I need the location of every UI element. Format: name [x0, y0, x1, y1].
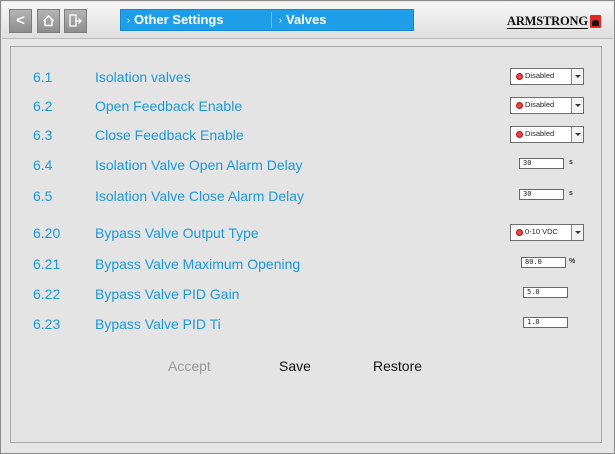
status-dot-icon — [516, 102, 523, 109]
select-value: 0-10 VDC — [525, 227, 558, 236]
setting-number: 6.5 — [33, 188, 53, 204]
setting-row-open-feedback-enable: 6.2 Open Feedback Enable Disabled — [11, 97, 601, 117]
setting-row-bypass-valve-maximum-opening: 6.21 Bypass Valve Maximum Opening 80.0 % — [11, 255, 601, 275]
setting-label: Close Feedback Enable — [95, 127, 244, 143]
setting-row-bypass-valve-output-type: 6.20 Bypass Valve Output Type 0-10 VDC — [11, 224, 601, 244]
breadcrumb: › Other Settings › Valves — [120, 9, 414, 31]
setting-label: Bypass Valve Output Type — [95, 225, 259, 241]
status-dot-icon — [516, 73, 523, 80]
back-icon: < — [16, 12, 25, 29]
breadcrumb-item-other-settings[interactable]: › Other Settings — [127, 10, 224, 30]
setting-row-isolation-valves: 6.1 Isolation valves Disabled — [11, 68, 601, 88]
chevron-down-icon[interactable] — [571, 98, 583, 113]
select-value: Disabled — [525, 71, 555, 80]
setting-label: Open Feedback Enable — [95, 98, 243, 114]
restore-button[interactable]: Restore — [373, 358, 422, 374]
setting-label: Bypass Valve PID Gain — [95, 286, 240, 302]
setting-label: Isolation Valve Open Alarm Delay — [95, 157, 303, 173]
open-feedback-enable-select[interactable]: Disabled — [510, 97, 584, 114]
setting-label: Bypass Valve Maximum Opening — [95, 256, 301, 272]
close-feedback-enable-select[interactable]: Disabled — [510, 126, 584, 143]
status-dot-icon — [516, 131, 523, 138]
chevron-right-icon: › — [279, 15, 282, 25]
unit-label: s — [569, 190, 573, 197]
setting-number: 6.22 — [33, 286, 61, 302]
setting-row-close-feedback-enable: 6.3 Close Feedback Enable Disabled — [11, 126, 601, 146]
chevron-down-icon[interactable] — [571, 127, 583, 142]
select-value: Disabled — [525, 129, 555, 138]
chevron-down-icon[interactable] — [571, 69, 583, 84]
setting-number: 6.3 — [33, 127, 53, 143]
pid-gain-input[interactable]: 5.0 — [523, 287, 568, 298]
setting-number: 6.23 — [33, 316, 61, 332]
header-bar: < › Other Settings › Valves ARMSTRONG — [2, 2, 613, 39]
setting-number: 6.2 — [33, 98, 53, 114]
settings-panel: 6.1 Isolation valves Disabled 6.2 Open F… — [10, 46, 602, 443]
close-alarm-delay-input[interactable]: 30 — [519, 189, 564, 200]
back-button[interactable]: < — [9, 9, 32, 33]
setting-number: 6.21 — [33, 256, 61, 272]
open-alarm-delay-input[interactable]: 30 — [519, 158, 564, 169]
accept-button[interactable]: Accept — [168, 358, 211, 374]
setting-label: Bypass Valve PID Ti — [95, 316, 221, 332]
select-value: Disabled — [525, 100, 555, 109]
logo-text: ARMSTRONG — [507, 13, 588, 28]
exit-button[interactable] — [64, 9, 87, 33]
home-button[interactable] — [37, 9, 60, 33]
app-window: < › Other Settings › Valves ARMSTRONG 6.… — [0, 0, 615, 454]
setting-row-bypass-valve-pid-ti: 6.23 Bypass Valve PID Ti 1.0 — [11, 315, 601, 335]
setting-row-isolation-valve-close-alarm-delay: 6.5 Isolation Valve Close Alarm Delay 30… — [11, 187, 601, 207]
breadcrumb-divider — [271, 12, 272, 28]
status-dot-icon — [516, 229, 523, 236]
breadcrumb-item-valves[interactable]: › Valves — [279, 10, 327, 30]
pid-ti-input[interactable]: 1.0 — [523, 317, 568, 328]
bypass-valve-output-type-select[interactable]: 0-10 VDC — [510, 224, 584, 241]
chevron-down-icon[interactable] — [571, 225, 583, 240]
unit-label: s — [569, 159, 573, 166]
home-icon — [43, 15, 54, 27]
unit-label: % — [569, 258, 576, 265]
isolation-valves-select[interactable]: Disabled — [510, 68, 584, 85]
logo-mark-icon — [589, 14, 601, 28]
maximum-opening-input[interactable]: 80.0 — [521, 257, 566, 268]
setting-row-bypass-valve-pid-gain: 6.22 Bypass Valve PID Gain 5.0 — [11, 285, 601, 305]
setting-number: 6.4 — [33, 157, 53, 173]
setting-number: 6.1 — [33, 69, 53, 85]
setting-label: Isolation valves — [95, 69, 191, 85]
armstrong-logo: ARMSTRONG — [507, 12, 601, 30]
setting-number: 6.20 — [33, 225, 61, 241]
save-button[interactable]: Save — [279, 358, 311, 374]
exit-icon — [69, 14, 82, 27]
setting-row-isolation-valve-open-alarm-delay: 6.4 Isolation Valve Open Alarm Delay 30 … — [11, 156, 601, 176]
chevron-right-icon: › — [127, 15, 130, 25]
setting-label: Isolation Valve Close Alarm Delay — [95, 188, 305, 204]
